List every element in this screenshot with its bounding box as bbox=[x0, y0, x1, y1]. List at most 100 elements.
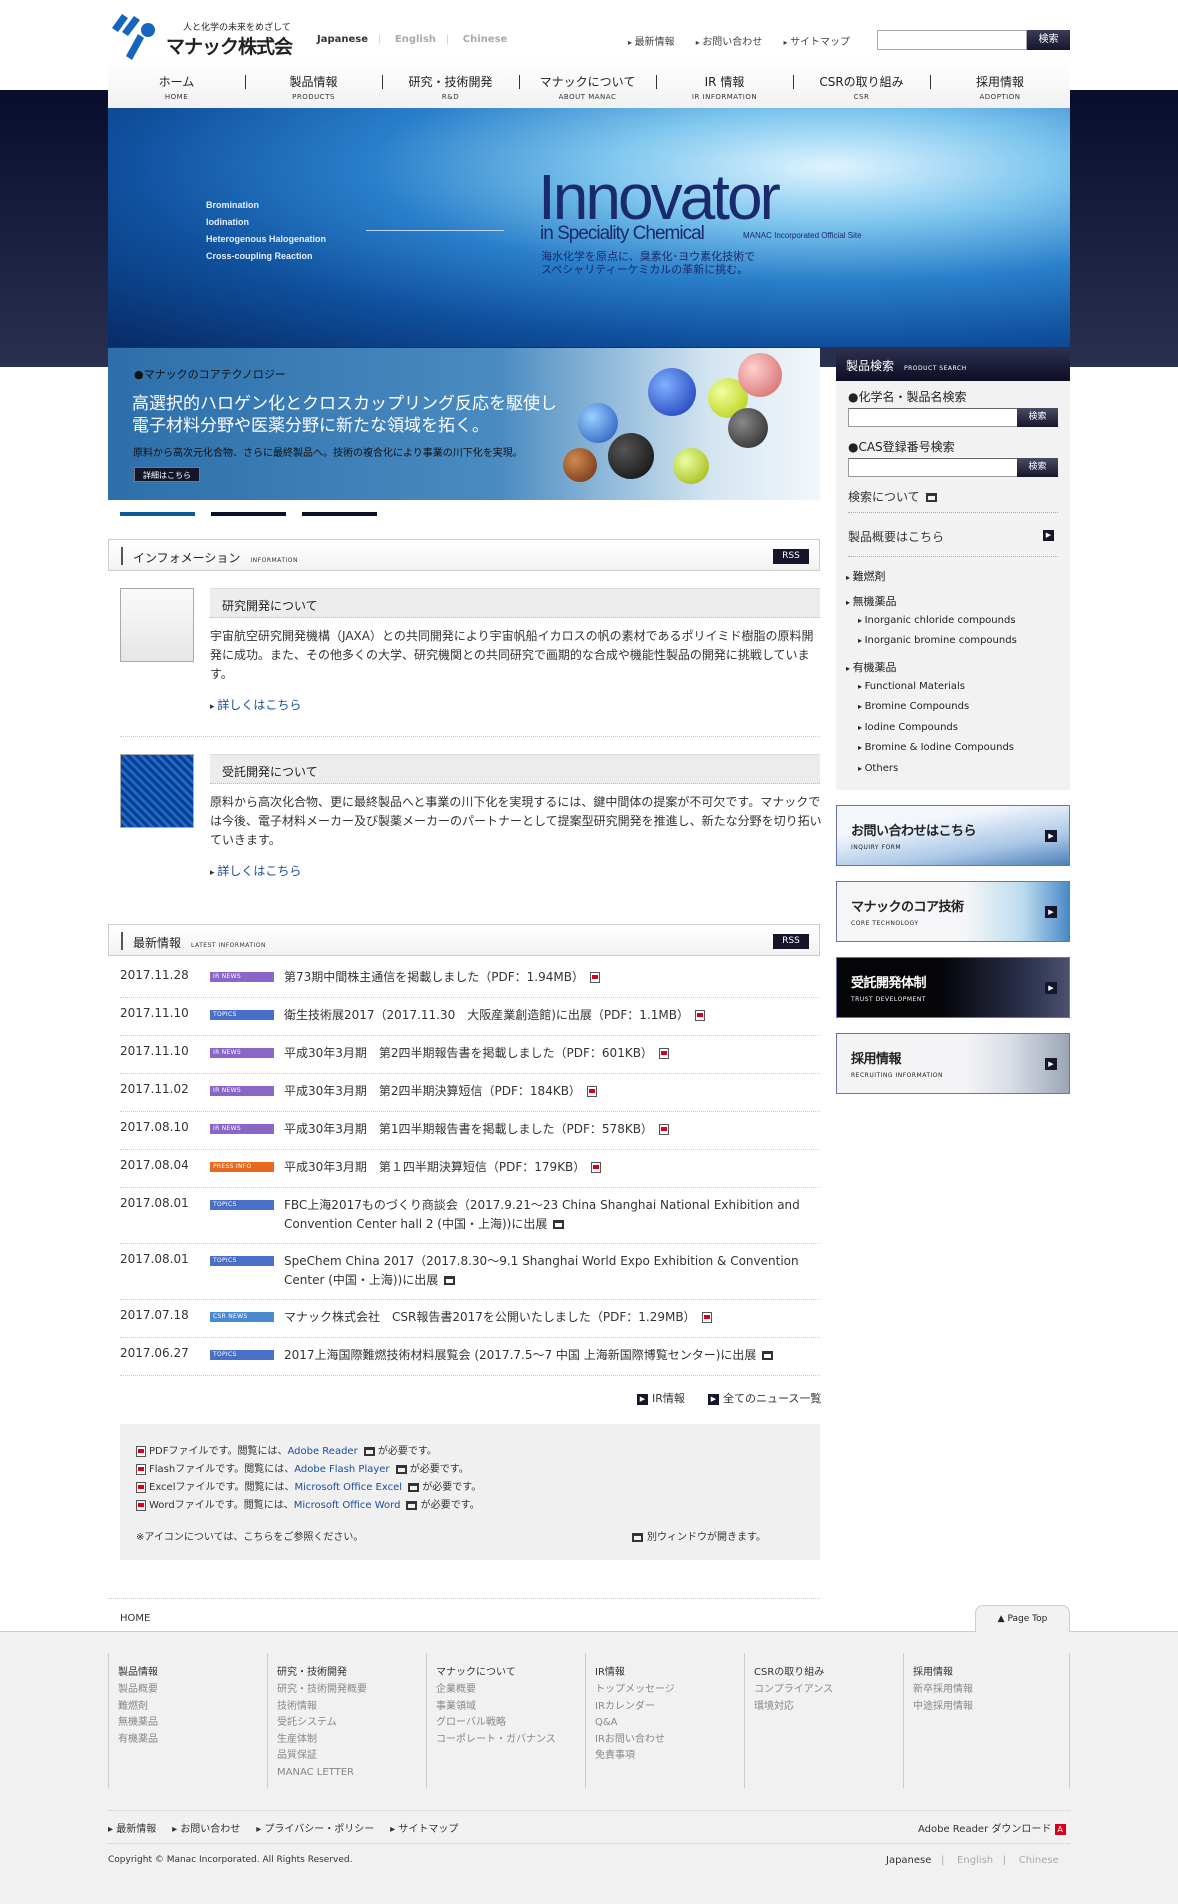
footer-lang-chinese[interactable]: Chinese bbox=[1019, 1855, 1059, 1866]
news-title[interactable]: 平成30年3月期 第2四半期決算短信（PDF：184KB） bbox=[284, 1082, 824, 1101]
footer-column-link[interactable]: コンプライアンス bbox=[754, 1682, 903, 1699]
subcategory-link[interactable]: Iodine Compounds bbox=[858, 722, 958, 733]
category-organic[interactable]: 有機薬品 bbox=[846, 659, 897, 675]
product-overview-link[interactable]: 製品概要はこちら ▶ bbox=[848, 528, 1058, 545]
footer-column-title[interactable]: 研究・技術開発 bbox=[277, 1663, 426, 1678]
link-all-news[interactable]: ▶ 全てのニュース一覧 bbox=[707, 1392, 821, 1405]
footer-column-link[interactable]: 受託システム bbox=[277, 1715, 426, 1732]
subcategory-link[interactable]: Inorganic chloride compounds bbox=[858, 615, 1016, 626]
footer-column-link[interactable]: MANAC LETTER bbox=[277, 1765, 426, 1782]
footer-column-link[interactable]: 生産体制 bbox=[277, 1732, 426, 1749]
news-item[interactable]: 2017.11.10 IR NEWS 平成30年3月期 第2四半期報告書を掲載しまし… bbox=[120, 1044, 820, 1074]
slide-pager-2[interactable] bbox=[211, 512, 286, 516]
nav-ir[interactable]: IR 情報 IR INFORMATION bbox=[656, 73, 793, 101]
info-item-more-link[interactable]: 詳しくはこちら bbox=[210, 696, 301, 713]
news-title[interactable]: FBC上海2017ものづくり商談会（2017.9.21～23 China Sha… bbox=[284, 1196, 824, 1234]
news-title[interactable]: 2017上海国際難燃技術材料展覧会 (2017.7.5～7 中国 上海新国際博覧… bbox=[284, 1346, 824, 1365]
news-title[interactable]: マナック株式会社 CSR報告書2017を公開いたしました（PDF：1.29MB） bbox=[284, 1308, 824, 1327]
footer-column-title[interactable]: IR情報 bbox=[595, 1663, 744, 1678]
news-title[interactable]: 平成30年3月期 第2四半期報告書を掲載しました（PDF：601KB） bbox=[284, 1044, 824, 1063]
news-title[interactable]: 衛生技術展2017（2017.11.30 大阪産業創造館)に出展（PDF：1.1… bbox=[284, 1006, 824, 1025]
word-link[interactable]: Microsoft Office Word bbox=[294, 1500, 401, 1511]
footer-column-link[interactable]: 企業概要 bbox=[436, 1682, 585, 1699]
adobe-reader-link[interactable]: Adobe Reader bbox=[287, 1446, 357, 1457]
lang-chinese[interactable]: Chinese bbox=[463, 34, 508, 45]
news-rss-button[interactable]: RSS bbox=[773, 934, 809, 949]
recruiting-banner[interactable]: 採用情報 RECRUITING INFORMATION ▶ bbox=[836, 1033, 1070, 1094]
subcategory-link[interactable]: Bromine & Iodine Compounds bbox=[858, 742, 1014, 753]
page-top-button[interactable]: ▲ Page Top bbox=[975, 1605, 1070, 1632]
core-technology-banner[interactable]: マナックのコア技術 CORE TECHNOLOGY ▶ bbox=[836, 881, 1070, 942]
excel-link[interactable]: Microsoft Office Excel bbox=[295, 1482, 403, 1493]
footer-column-link[interactable]: 難燃剤 bbox=[118, 1699, 267, 1716]
news-item[interactable]: 2017.08.01 TOPICS FBC上海2017ものづくり商談会（2017.9… bbox=[120, 1196, 820, 1244]
footer-column-link[interactable]: 中途採用情報 bbox=[913, 1699, 1069, 1716]
company-logo[interactable]: 人と化学の未来をめざして マナック株式会社 bbox=[108, 10, 298, 85]
footer-column-link[interactable]: Q&A bbox=[595, 1715, 744, 1732]
information-rss-button[interactable]: RSS bbox=[773, 549, 809, 564]
footer-column-link[interactable]: IRお問い合わせ bbox=[595, 1732, 744, 1749]
news-item[interactable]: 2017.08.01 TOPICS SpeChem China 2017（2017.… bbox=[120, 1252, 820, 1300]
adobe-reader-download[interactable]: Adobe Reader ダウンロード A bbox=[918, 1820, 1066, 1835]
footer-column-title[interactable]: マナックについて bbox=[436, 1663, 585, 1678]
chem-name-input[interactable] bbox=[848, 408, 1018, 427]
footer-column-link[interactable]: IRカレンダー bbox=[595, 1699, 744, 1716]
subcategory-link[interactable]: Others bbox=[858, 763, 899, 774]
nav-home[interactable]: ホーム HOME bbox=[108, 73, 245, 101]
nav-about[interactable]: マナックについて ABOUT MANAC bbox=[519, 73, 656, 101]
footer-column-title[interactable]: 製品情報 bbox=[118, 1663, 267, 1678]
icon-note-link[interactable]: ※アイコンについては、こちらをご参照ください。 bbox=[136, 1528, 363, 1543]
footer-column-link[interactable]: 新卒採用情報 bbox=[913, 1682, 1069, 1699]
link-sitemap[interactable]: サイトマップ bbox=[784, 37, 851, 48]
footer-column-link[interactable]: 製品概要 bbox=[118, 1682, 267, 1699]
inquiry-banner[interactable]: お問い合わせはこちら INQUIRY FORM ▶ bbox=[836, 805, 1070, 866]
slide-pager-3[interactable] bbox=[302, 512, 377, 516]
footer-column-link[interactable]: 環境対応 bbox=[754, 1699, 903, 1716]
news-item[interactable]: 2017.06.27 TOPICS 2017上海国際難燃技術材料展覧会 (2017.… bbox=[120, 1346, 820, 1376]
subcategory-link[interactable]: Inorganic bromine compounds bbox=[858, 635, 1017, 646]
footer-column-title[interactable]: CSRの取り組み bbox=[754, 1663, 903, 1678]
news-item[interactable]: 2017.08.10 IR NEWS 平成30年3月期 第1四半期報告書を掲載しまし… bbox=[120, 1120, 820, 1150]
category-inorganic[interactable]: 無機薬品 bbox=[846, 593, 897, 609]
footer-column-link[interactable]: 事業領域 bbox=[436, 1699, 585, 1716]
footer-column-link[interactable]: 免責事項 bbox=[595, 1748, 744, 1765]
news-item[interactable]: 2017.11.28 IR NEWS 第73期中間株主通信を掲載しました（PDF：1… bbox=[120, 968, 820, 998]
subcategory-link[interactable]: Functional Materials bbox=[858, 681, 965, 692]
news-item[interactable]: 2017.11.10 TOPICS 衛生技術展2017（2017.11.30 大阪産… bbox=[120, 1006, 820, 1036]
link-contact[interactable]: お問い合わせ bbox=[696, 37, 763, 48]
footer-column-link[interactable]: 技術情報 bbox=[277, 1699, 426, 1716]
core-details-button[interactable]: 詳細はこちら bbox=[134, 467, 200, 482]
footer-link-sitemap[interactable]: ▸ サイトマップ bbox=[390, 1824, 458, 1835]
link-latest-news[interactable]: 最新情報 bbox=[628, 37, 675, 48]
footer-column-title[interactable]: 採用情報 bbox=[913, 1663, 1069, 1678]
news-title[interactable]: 平成30年3月期 第1四半期報告書を掲載しました（PDF：578KB） bbox=[284, 1120, 824, 1139]
footer-column-link[interactable]: 無機薬品 bbox=[118, 1715, 267, 1732]
news-title[interactable]: 平成30年3月期 第１四半期決算短信（PDF：179KB） bbox=[284, 1158, 824, 1177]
about-search-link[interactable]: 検索について bbox=[848, 488, 937, 505]
footer-lang-english[interactable]: English bbox=[957, 1855, 993, 1866]
trust-development-banner[interactable]: 受託開発体制 TRUST DEVELOPMENT ▶ bbox=[836, 957, 1070, 1018]
footer-lang-japanese[interactable]: Japanese bbox=[886, 1855, 931, 1866]
cas-search-button[interactable]: 検索 bbox=[1017, 458, 1058, 477]
news-item[interactable]: 2017.08.04 PRESS INFO 平成30年3月期 第１四半期決算短信（P… bbox=[120, 1158, 820, 1188]
chem-search-button[interactable]: 検索 bbox=[1017, 408, 1058, 427]
news-item[interactable]: 2017.11.02 IR NEWS 平成30年3月期 第2四半期決算短信（PDF：… bbox=[120, 1082, 820, 1112]
footer-column-link[interactable]: 有機薬品 bbox=[118, 1732, 267, 1749]
footer-column-link[interactable]: トップメッセージ bbox=[595, 1682, 744, 1699]
nav-rnd[interactable]: 研究・技術開発 R&D bbox=[382, 73, 519, 101]
footer-column-link[interactable]: 品質保証 bbox=[277, 1748, 426, 1765]
nav-recruit[interactable]: 採用情報 ADOPTION bbox=[930, 73, 1070, 101]
nav-products[interactable]: 製品情報 PRODUCTS bbox=[245, 73, 382, 101]
site-search-input[interactable] bbox=[877, 30, 1027, 50]
footer-column-link[interactable]: コーポレート・ガバナンス bbox=[436, 1732, 585, 1749]
link-ir-info[interactable]: ▶ IR情報 bbox=[637, 1392, 685, 1405]
subcategory-link[interactable]: Bromine Compounds bbox=[858, 701, 970, 712]
footer-link-contact[interactable]: ▸ お問い合わせ bbox=[172, 1824, 240, 1835]
news-title[interactable]: 第73期中間株主通信を掲載しました（PDF：1.94MB） bbox=[284, 968, 824, 987]
lang-japanese[interactable]: Japanese bbox=[317, 34, 368, 45]
footer-column-link[interactable]: 研究・技術開発概要 bbox=[277, 1682, 426, 1699]
flash-player-link[interactable]: Adobe Flash Player bbox=[294, 1464, 389, 1475]
footer-link-latest[interactable]: ▸ 最新情報 bbox=[108, 1824, 156, 1835]
lang-english[interactable]: English bbox=[395, 34, 436, 45]
site-search-button[interactable]: 検索 bbox=[1027, 30, 1070, 50]
